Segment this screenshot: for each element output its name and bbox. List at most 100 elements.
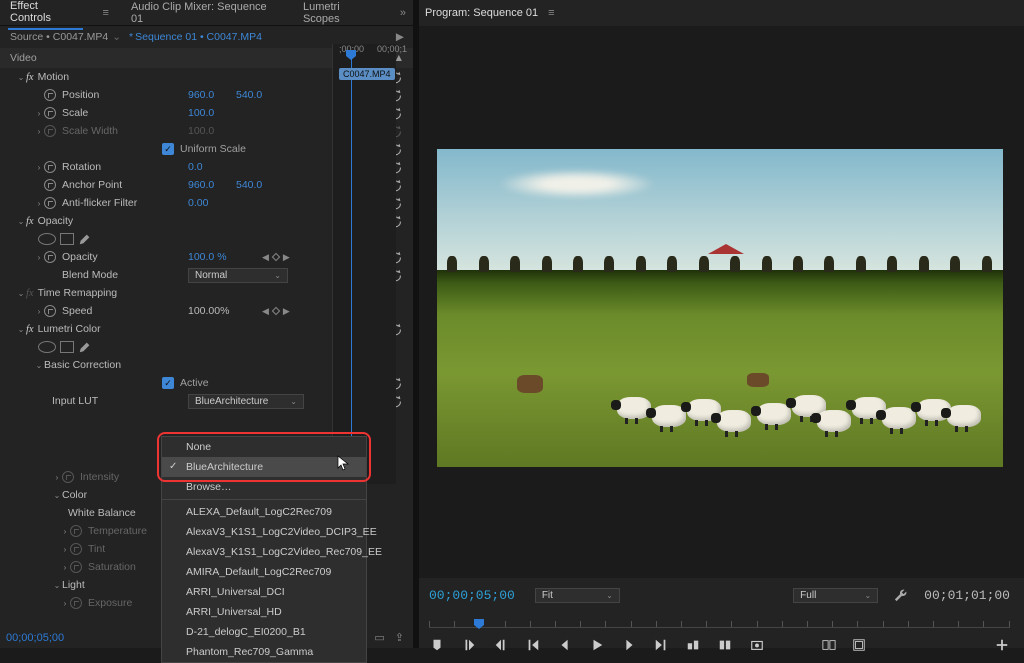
lut-option-browse[interactable]: Browse… xyxy=(162,477,366,497)
value-position-x[interactable]: 960.0 xyxy=(188,89,214,101)
select-zoom-fit[interactable]: Fit⌄ xyxy=(535,588,620,603)
sequence-clip-link[interactable]: Sequence 01 • C0047.MP4 xyxy=(129,31,262,43)
mark-out-button[interactable] xyxy=(493,637,509,653)
play-only-icon[interactable]: ▶ xyxy=(396,31,404,43)
group-basic-correction[interactable]: Basic Correction xyxy=(44,359,121,371)
mask-ellipse-lumetri-icon[interactable] xyxy=(38,341,56,353)
play-button[interactable] xyxy=(589,637,605,653)
group-color[interactable]: Color xyxy=(62,489,87,501)
twirl-light[interactable]: ⌄ xyxy=(52,581,62,590)
safe-margins-button[interactable] xyxy=(851,637,867,653)
stopwatch-antiflicker[interactable] xyxy=(44,197,56,209)
twirl-intensity[interactable]: › xyxy=(52,473,62,482)
stopwatch-anchor[interactable] xyxy=(44,179,56,191)
panel-chevron-icon[interactable]: » xyxy=(400,7,406,19)
twirl-antiflicker[interactable]: › xyxy=(34,199,44,208)
group-light[interactable]: Light xyxy=(62,579,85,591)
stopwatch-intensity[interactable] xyxy=(62,471,74,483)
stopwatch-sat[interactable] xyxy=(70,561,82,573)
export-frame-button[interactable] xyxy=(749,637,765,653)
twirl-sat[interactable]: › xyxy=(60,563,70,572)
stopwatch-scale[interactable] xyxy=(44,107,56,119)
scrubber-playhead-icon[interactable] xyxy=(474,619,484,629)
twirl-color[interactable]: ⌄ xyxy=(52,491,62,500)
go-to-in-button[interactable] xyxy=(525,637,541,653)
fx-badge-timeremap[interactable]: fx xyxy=(26,288,34,299)
twirl-basic[interactable]: ⌄ xyxy=(34,361,44,370)
chevron-down-icon[interactable]: ⌄ xyxy=(112,31,121,43)
step-forward-button[interactable] xyxy=(621,637,637,653)
fx-badge-motion[interactable]: fx xyxy=(26,72,34,83)
extract-button[interactable] xyxy=(717,637,733,653)
program-monitor[interactable] xyxy=(437,149,1003,467)
lut-option[interactable]: ARRI_Universal_DCI xyxy=(162,582,366,602)
program-scrubber[interactable] xyxy=(429,612,1010,628)
select-resolution[interactable]: Full⌄ xyxy=(793,588,878,603)
twirl-temp[interactable]: › xyxy=(60,527,70,536)
footer-export-icon[interactable]: ⇪ xyxy=(395,631,404,644)
effect-timeremap[interactable]: Time Remapping xyxy=(38,287,118,299)
panel-menu-icon[interactable]: ≡ xyxy=(103,7,109,19)
value-anchor-y[interactable]: 540.0 xyxy=(236,179,262,191)
twirl-opacity[interactable]: ⌄ xyxy=(16,217,26,226)
lut-option[interactable]: AlexaV3_K1S1_LogC2Video_DCIP3_EE xyxy=(162,522,366,542)
footer-icon-1[interactable]: ▭ xyxy=(374,631,384,644)
lut-option[interactable]: AMIRA_Default_LogC2Rec709 xyxy=(162,562,366,582)
panel-menu-program-icon[interactable]: ≡ xyxy=(548,7,554,19)
lut-option-none[interactable]: None xyxy=(162,437,366,457)
stopwatch-opacity[interactable] xyxy=(44,251,56,263)
stopwatch-tint[interactable] xyxy=(70,543,82,555)
stopwatch-temp[interactable] xyxy=(70,525,82,537)
stopwatch-speed[interactable] xyxy=(44,305,56,317)
lut-option[interactable]: ALEXA_Default_LogC2Rec709 xyxy=(162,502,366,522)
lift-button[interactable] xyxy=(685,637,701,653)
footer-timecode[interactable]: 00;00;05;00 xyxy=(6,632,64,644)
button-editor-plus[interactable] xyxy=(994,637,1010,653)
lut-option[interactable]: ARRI_Universal_HD xyxy=(162,602,366,622)
mask-rect-lumetri-icon[interactable] xyxy=(60,341,74,353)
panel-divider[interactable] xyxy=(413,0,419,648)
tab-audio-mixer[interactable]: Audio Clip Mixer: Sequence 01 xyxy=(129,0,281,29)
lut-option-bluearchitecture[interactable]: ✓BlueArchitecture xyxy=(162,457,366,477)
keyframe-nav-speed[interactable]: ◀▶ xyxy=(262,306,290,317)
value-antiflicker[interactable]: 0.00 xyxy=(188,197,208,209)
add-marker-button[interactable] xyxy=(429,637,445,653)
tab-lumetri-scopes[interactable]: Lumetri Scopes xyxy=(301,0,380,29)
mask-pen-icon[interactable] xyxy=(78,232,92,246)
twirl-exp[interactable]: › xyxy=(60,599,70,608)
effect-lumetri[interactable]: Lumetri Color xyxy=(38,323,101,335)
value-anchor-x[interactable]: 960.0 xyxy=(188,179,214,191)
go-to-out-button[interactable] xyxy=(653,637,669,653)
mini-timeline[interactable]: ;00;00 00;00;1 C0047.MP4 xyxy=(332,44,396,484)
clip-chip[interactable]: C0047.MP4 xyxy=(339,68,395,80)
lut-option[interactable]: AlexaV3_K1S1_LogC2Video_Rec709_EE xyxy=(162,542,366,562)
twirl-tint[interactable]: › xyxy=(60,545,70,554)
twirl-timeremap[interactable]: ⌄ xyxy=(16,289,26,298)
twirl-scale[interactable]: › xyxy=(34,109,44,118)
twirl-opacity-val[interactable]: › xyxy=(34,253,44,262)
select-input-lut[interactable]: BlueArchitecture⌄ xyxy=(188,394,304,409)
mask-rect-icon[interactable] xyxy=(60,233,74,245)
lut-option[interactable]: D-21_delogC_EI0200_B1 xyxy=(162,622,366,642)
checkbox-uniform-scale[interactable]: ✓ xyxy=(162,143,174,155)
fx-badge-lumetri[interactable]: fx xyxy=(26,324,34,335)
keyframe-nav-opacity[interactable]: ◀▶ xyxy=(262,252,290,263)
effect-motion[interactable]: Motion xyxy=(38,71,70,83)
mask-pen-lumetri-icon[interactable] xyxy=(78,340,92,354)
value-position-y[interactable]: 540.0 xyxy=(236,89,262,101)
mark-in-button[interactable] xyxy=(461,637,477,653)
mask-ellipse-icon[interactable] xyxy=(38,233,56,245)
effect-opacity[interactable]: Opacity xyxy=(38,215,74,227)
fx-badge-opacity[interactable]: fx xyxy=(26,216,34,227)
value-opacity[interactable]: 100.0 % xyxy=(188,251,227,263)
stopwatch-exp[interactable] xyxy=(70,597,82,609)
twirl-motion[interactable]: ⌄ xyxy=(16,73,26,82)
comparison-view-button[interactable] xyxy=(821,637,837,653)
twirl-rotation[interactable]: › xyxy=(34,163,44,172)
stopwatch-rotation[interactable] xyxy=(44,161,56,173)
checkbox-active[interactable]: ✓ xyxy=(162,377,174,389)
step-back-button[interactable] xyxy=(557,637,573,653)
select-blend-mode[interactable]: Normal⌄ xyxy=(188,268,288,283)
value-rotation[interactable]: 0.0 xyxy=(188,161,203,173)
stopwatch-position[interactable] xyxy=(44,89,56,101)
